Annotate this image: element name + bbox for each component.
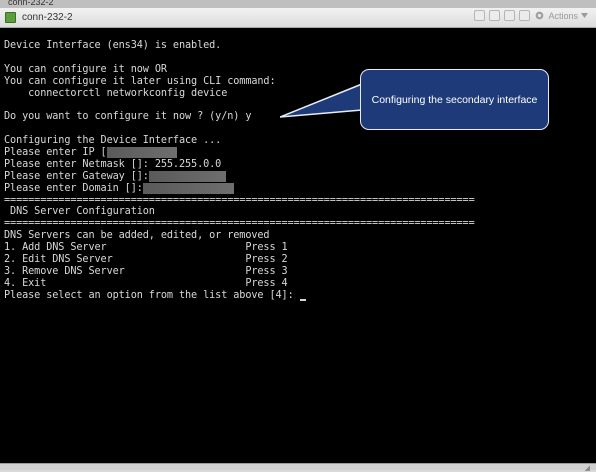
terminal-line: 2. Edit DNS Server Press 2 <box>4 254 475 266</box>
terminal-line: Please enter Netmask []: 255.255.0.0 <box>4 159 475 171</box>
terminal-line: 1. Add DNS Server Press 1 <box>4 242 475 254</box>
terminal-line: DNS Servers can be added, edited, or rem… <box>4 230 475 242</box>
titlebar-controls: Actions <box>474 10 588 21</box>
text-cursor <box>299 298 306 301</box>
terminal-line-text: DNS Servers can be added, edited, or rem… <box>4 230 270 242</box>
terminal-line-text: ========================================… <box>4 218 475 230</box>
terminal-line: Device Interface (ens34) is enabled. <box>4 40 475 52</box>
actions-menu[interactable]: Actions <box>534 10 588 21</box>
callout-text: Configuring the secondary interface <box>371 93 538 106</box>
window-titlebar[interactable]: conn-232-2 Actions <box>0 8 596 28</box>
resize-grip-icon[interactable]: ◢ <box>585 464 590 472</box>
redacted-value <box>142 182 234 194</box>
terminal-line-text: 2. Edit DNS Server Press 2 <box>4 254 288 266</box>
terminal-line-text: You can configure it now OR <box>4 63 167 75</box>
terminal-line-text: Please enter IP [ <box>4 147 107 159</box>
terminal-line: Configuring the Device Interface ... <box>4 135 475 147</box>
window-title: conn-232-2 <box>22 12 73 23</box>
terminal-line: 3. Remove DNS Server Press 3 <box>4 266 475 278</box>
chevron-down-icon <box>581 13 588 18</box>
terminal-line-text: 3. Remove DNS Server Press 3 <box>4 265 288 277</box>
screenshot-icon[interactable] <box>504 10 516 21</box>
console-app-icon <box>5 12 16 23</box>
terminal-line-text: ========================================… <box>4 194 475 206</box>
terminal-line-text: Please enter Domain []: <box>4 182 143 194</box>
terminal-line: ========================================… <box>4 218 475 230</box>
terminal-line-text: Please enter Netmask []: 255.255.0.0 <box>4 158 222 170</box>
terminal-line: Please select an option from the list ab… <box>4 290 475 302</box>
redacted-value <box>148 170 226 182</box>
actions-label: Actions <box>548 10 578 21</box>
terminal-line-text: Please enter Gateway []: <box>4 170 149 182</box>
callout-pointer <box>280 83 370 118</box>
redacted-value <box>106 147 177 159</box>
terminal-line: 4. Exit Press 4 <box>4 278 475 290</box>
terminal-line-text: Do you want to configure it now ? (y/n) … <box>4 111 252 123</box>
terminal-line-text: 1. Add DNS Server Press 1 <box>4 242 288 254</box>
gear-icon <box>536 11 544 20</box>
terminal-line: Please enter Gateway []: <box>4 170 475 183</box>
terminal-line: DNS Server Configuration <box>4 206 475 218</box>
terminal-line-text: 4. Exit Press 4 <box>4 277 288 289</box>
send-keys-icon[interactable] <box>474 10 486 21</box>
terminal-line: ========================================… <box>4 195 475 207</box>
terminal-line-text: connectorctl networkconfig device <box>4 87 228 99</box>
terminal-line-text: Configuring the Device Interface ... <box>4 135 222 147</box>
terminal-line-text: Device Interface (ens34) is enabled. <box>4 40 222 51</box>
terminal-line-text: You can configure it later using CLI com… <box>4 75 276 87</box>
terminal-line-text: Please select an option from the list ab… <box>4 289 300 301</box>
annotation-callout: Configuring the secondary interface <box>360 69 549 130</box>
terminal-line-text: DNS Server Configuration <box>4 206 155 218</box>
close-icon[interactable] <box>519 10 531 21</box>
outer-tab-label[interactable]: conn-232-2 <box>8 0 54 7</box>
fullscreen-icon[interactable] <box>489 10 501 21</box>
terminal-line: Please enter Domain []: <box>4 182 475 195</box>
terminal-line: Please enter IP [ <box>4 147 475 159</box>
